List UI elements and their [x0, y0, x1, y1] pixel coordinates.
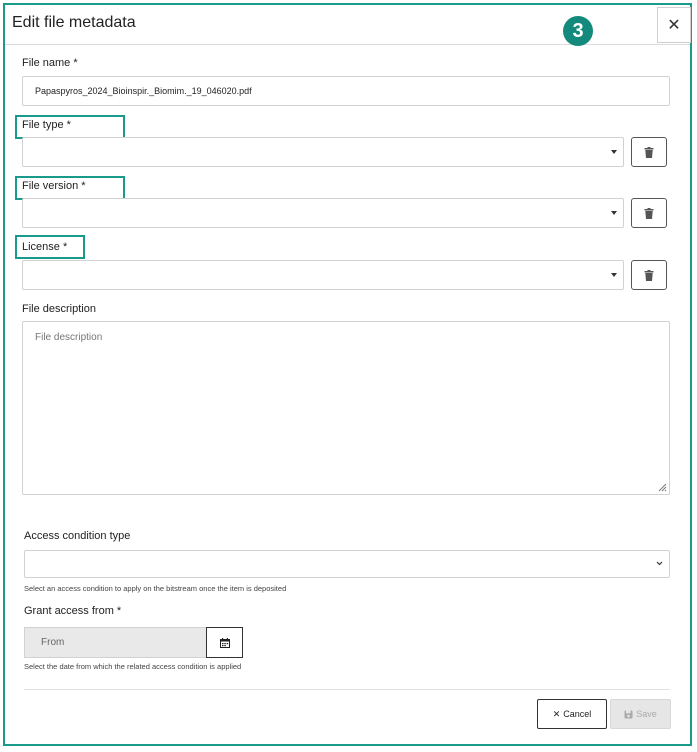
file-description-label: File description [22, 303, 96, 315]
footer-divider [24, 689, 670, 690]
cancel-label: Cancel [563, 709, 592, 719]
file-version-select[interactable] [22, 198, 624, 228]
trash-icon [644, 269, 654, 281]
license-select[interactable] [22, 260, 624, 290]
close-icon: ✕ [667, 17, 681, 34]
calendar-icon [219, 637, 230, 648]
cancel-button[interactable]: ✕ Cancel [537, 699, 607, 729]
close-button[interactable]: ✕ [657, 7, 691, 43]
access-condition-help: Select an access condition to apply on t… [24, 584, 287, 593]
save-button[interactable]: Save [610, 699, 671, 729]
save-icon [624, 710, 633, 718]
step-badge: 3 [563, 16, 593, 46]
edit-file-metadata-dialog: Edit file metadata 3 ✕ File name * Papas… [3, 3, 692, 746]
file-description-textarea[interactable]: File description [22, 321, 670, 495]
license-delete-button[interactable] [631, 260, 667, 290]
file-type-delete-button[interactable] [631, 137, 667, 167]
file-name-label: File name * [22, 57, 78, 69]
file-name-value: Papaspyros_2024_Bioinspir._Biomim._19_04… [35, 86, 252, 96]
file-type-select[interactable] [22, 137, 624, 167]
grant-access-date-input[interactable]: From [24, 627, 207, 658]
dialog-header: Edit file metadata 3 ✕ [5, 5, 691, 46]
caret-down-icon [611, 273, 617, 277]
file-version-delete-button[interactable] [631, 198, 667, 228]
dialog-title: Edit file metadata [12, 14, 136, 31]
license-label: License * [22, 241, 68, 253]
file-name-input[interactable]: Papaspyros_2024_Bioinspir._Biomim._19_04… [22, 76, 670, 106]
resize-handle-icon[interactable] [658, 483, 667, 492]
chevron-down-icon [656, 561, 663, 566]
grant-access-label: Grant access from * [24, 605, 122, 617]
caret-down-icon [611, 211, 617, 215]
file-version-label: File version * [22, 180, 86, 192]
file-type-label: File type * [22, 119, 71, 131]
caret-down-icon [611, 150, 617, 154]
file-description-placeholder: File description [35, 332, 103, 343]
close-icon: ✕ [552, 708, 561, 719]
save-label: Save [636, 709, 657, 719]
trash-icon [644, 207, 654, 219]
trash-icon [644, 146, 654, 158]
grant-access-help: Select the date from which the related a… [24, 662, 242, 671]
access-condition-select[interactable] [24, 550, 670, 578]
calendar-button[interactable] [206, 627, 243, 658]
access-condition-label: Access condition type [24, 530, 131, 542]
grant-access-placeholder: From [41, 637, 65, 648]
